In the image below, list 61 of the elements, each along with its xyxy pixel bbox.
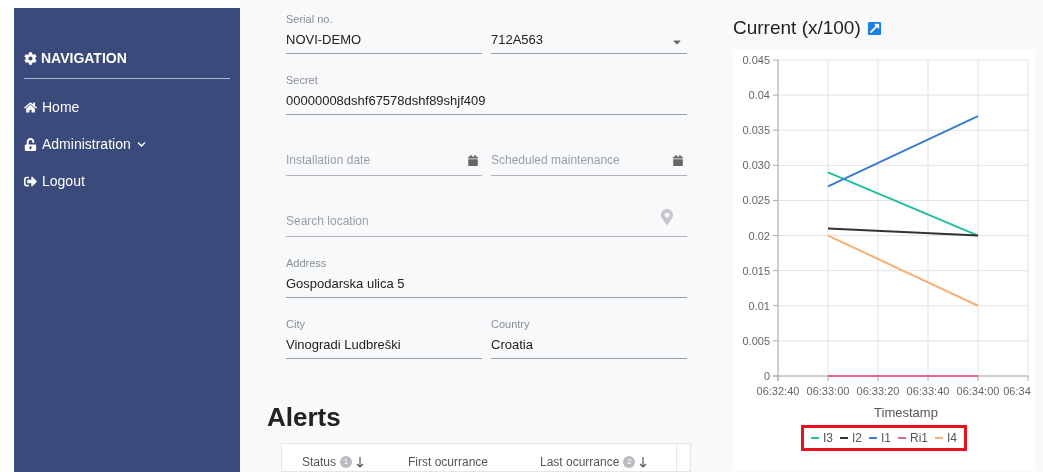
text-field[interactable]: City Vinogradi Ludbreški	[286, 315, 482, 359]
column-header[interactable]: First ocurrance	[408, 453, 540, 471]
y-tick-label: 0	[763, 370, 770, 382]
x-tick-label: 06:33:40	[906, 385, 950, 397]
legend-label[interactable]: I4	[947, 429, 958, 447]
y-tick-label: 0.025	[742, 194, 770, 207]
external-link-icon[interactable]	[866, 20, 882, 36]
y-tick-label: 0.035	[742, 124, 770, 137]
field-value: Croatia	[491, 337, 534, 353]
text-field[interactable]: Secret 00000008dshf67578dshf89shjf409	[286, 71, 687, 115]
field-value: Vinogradi Ludbreški	[286, 337, 402, 353]
text-field[interactable]: Serial no. NOVI-DEMO	[286, 10, 482, 54]
field-value: Gospodarska ulica 5	[286, 276, 406, 292]
y-tick-label: 0.01	[748, 299, 770, 312]
sidebar-title: NAVIGATION	[41, 49, 127, 68]
text-field[interactable]: Country Croatia	[491, 315, 687, 359]
column-header[interactable]: Last ocurrance 2	[540, 453, 650, 471]
x-tick-label: 06:34	[1003, 385, 1031, 397]
x-tick-label: 06:33:00	[806, 385, 850, 397]
field-value: 712A563	[491, 32, 544, 48]
field-value: NOVI-DEMO	[286, 32, 363, 48]
nav-link[interactable]: Logout	[24, 172, 230, 191]
gear-icon	[24, 52, 37, 65]
y-tick-label: 0.030	[742, 159, 770, 172]
logout-icon	[24, 175, 37, 188]
y-tick-label: 0.015	[742, 264, 770, 277]
x-tick-label: 06:33:20	[856, 385, 900, 397]
x-tick-label: 06:32:40	[756, 385, 800, 397]
legend-label[interactable]: I1	[881, 429, 891, 447]
legend-label[interactable]: I3	[822, 429, 833, 447]
y-tick-label: 0.005	[742, 334, 770, 347]
field-value: 00000008dshf67578dshf89shjf409	[286, 93, 487, 109]
placeholder: Installation date	[286, 152, 371, 168]
field-label: Secret	[286, 73, 319, 87]
legend-label[interactable]: I2	[851, 429, 862, 447]
y-tick-label: 0.045	[742, 54, 770, 66]
calendar-icon[interactable]	[468, 155, 478, 166]
unlocked-padlock-icon	[24, 138, 37, 151]
section-heading: Alerts	[267, 401, 342, 433]
x-axis-title: Timestamp	[874, 405, 938, 420]
legend-label[interactable]: Ri1	[910, 429, 928, 447]
x-tick-label: 06:34:00	[956, 385, 1000, 397]
text-field[interactable]: Address Gospodarska ulica 5	[286, 254, 687, 298]
arrow-down-icon	[639, 456, 648, 468]
y-tick-label: 0.04	[748, 89, 770, 102]
field-label: Address	[286, 256, 328, 270]
chart-title: Current (x/100)	[733, 15, 861, 40]
select-field[interactable]: 712A563	[491, 10, 687, 54]
placeholder: Scheduled maintenance	[491, 152, 620, 168]
placeholder: Search location	[286, 213, 369, 229]
field-label: Serial no.	[286, 12, 334, 26]
field-label: City	[286, 317, 306, 331]
sort-order-badge: 2	[623, 456, 636, 468]
nav-link[interactable]: Administration	[24, 135, 230, 154]
house-icon	[24, 101, 37, 114]
y-tick-label: 0.02	[748, 229, 770, 242]
nav-link[interactable]: Home	[24, 98, 230, 117]
field-label: Country	[491, 317, 531, 331]
chevron-down-icon	[136, 140, 146, 149]
arrow-down-icon	[356, 456, 365, 468]
calendar-icon[interactable]	[673, 155, 683, 166]
